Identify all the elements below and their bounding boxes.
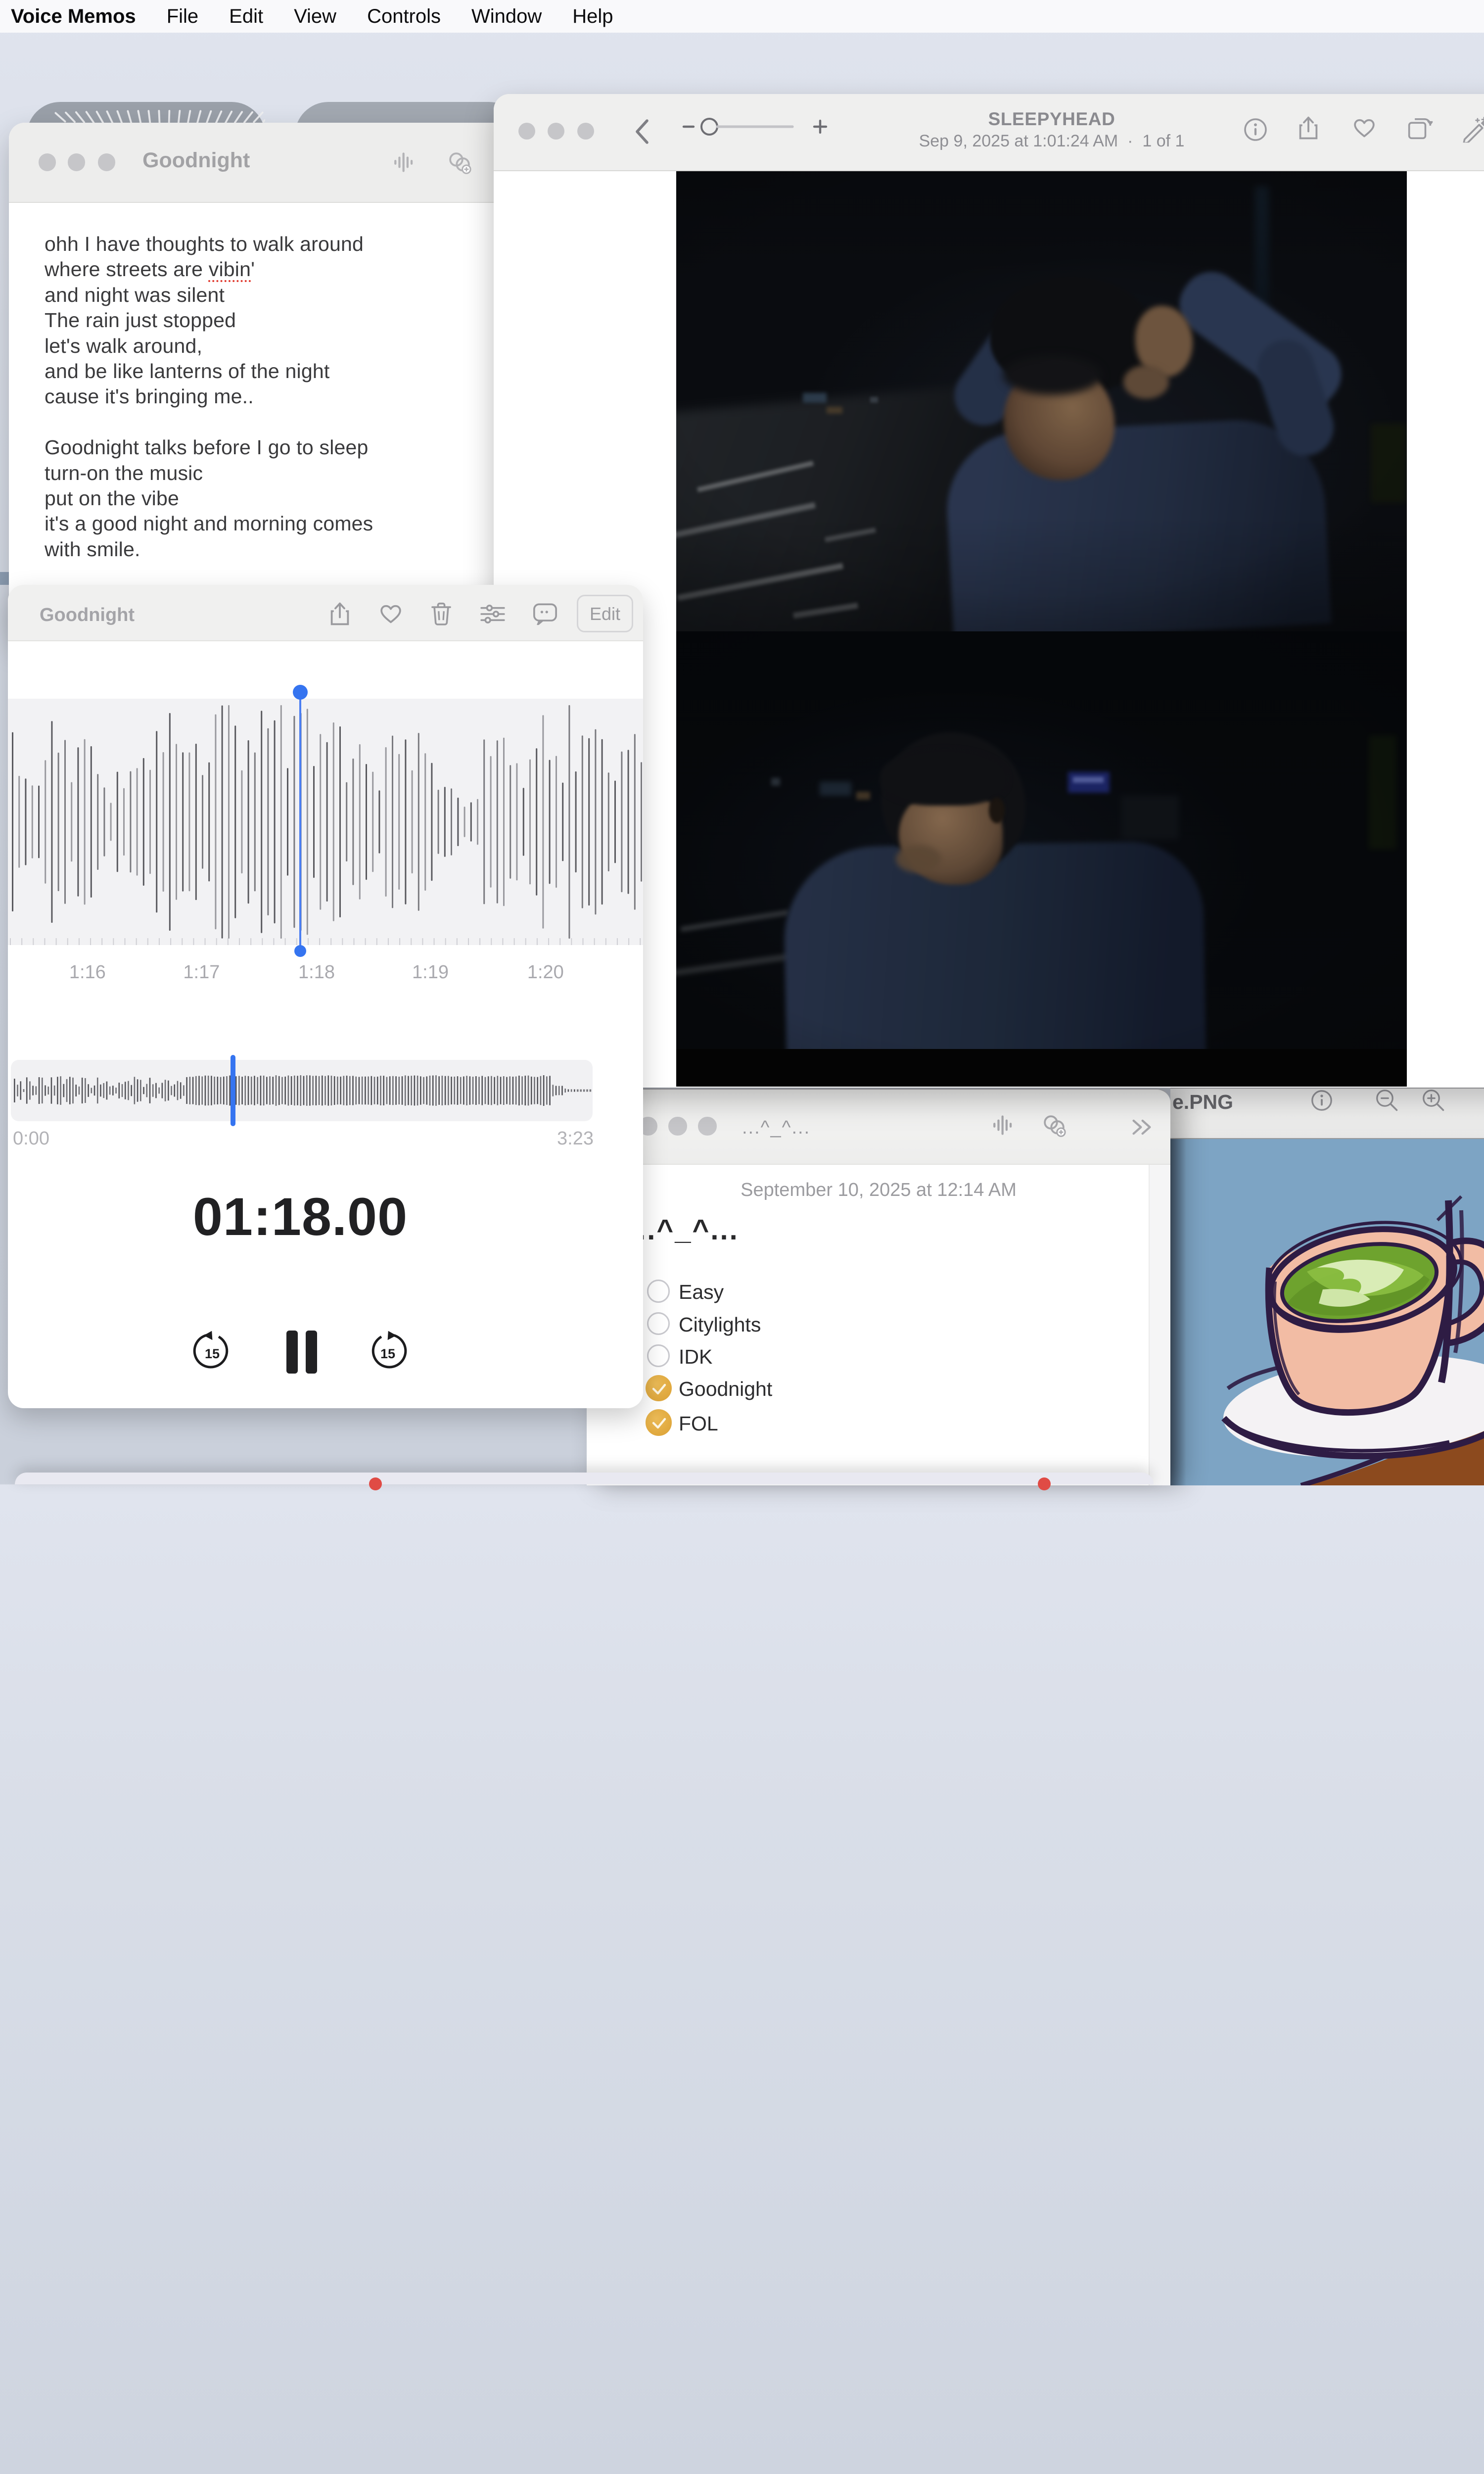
svg-text:15: 15 <box>205 1346 220 1361</box>
svg-text:15: 15 <box>380 1346 395 1361</box>
